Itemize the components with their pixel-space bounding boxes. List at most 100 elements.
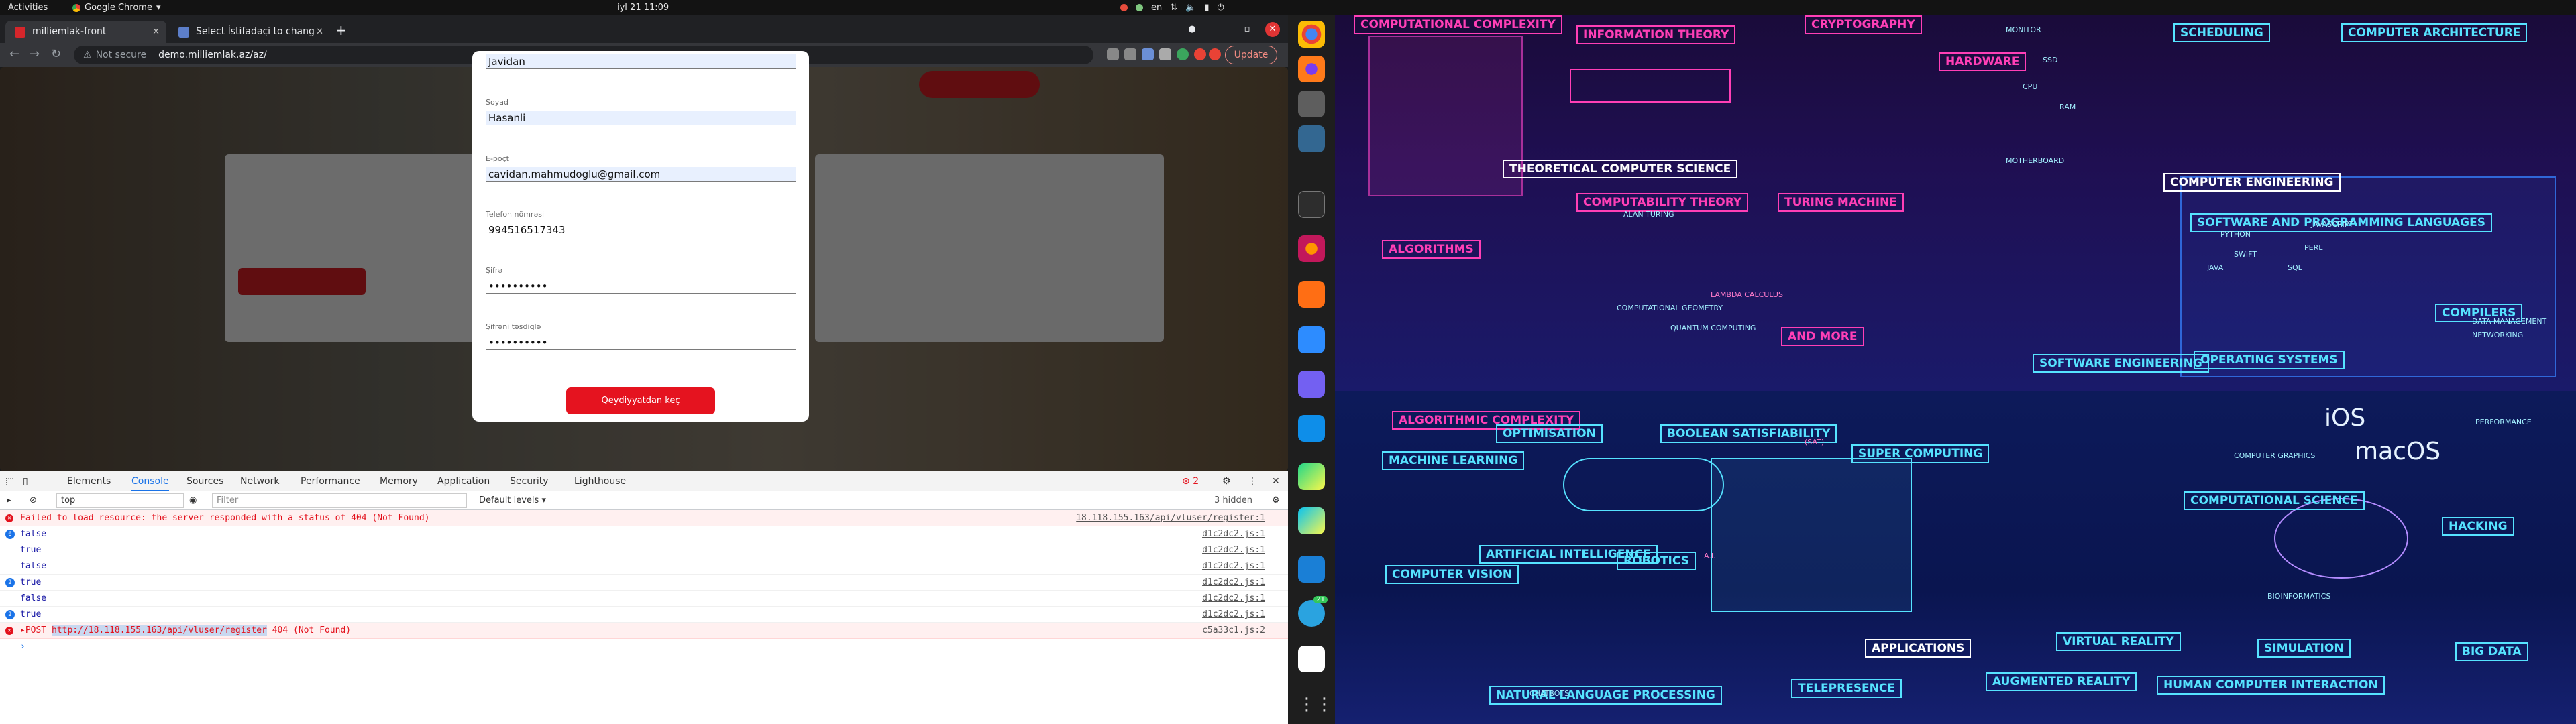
close-icon[interactable]: ✕ [152,21,160,43]
first-name-input[interactable]: Javidan [486,54,796,69]
password-field[interactable]: Şifrə •••••••••• [486,266,796,294]
terminal-icon[interactable] [1298,191,1325,218]
log-source-link[interactable]: d1c2dc2.js:1 [1202,607,1265,623]
more-icon[interactable]: ⋮ [1248,471,1257,491]
tab-search-icon[interactable]: ● [1185,22,1199,37]
minimize-icon[interactable]: – [1213,22,1228,37]
key-icon[interactable] [1107,48,1119,60]
extension-icon[interactable] [1194,48,1206,60]
log-source-link[interactable]: d1c2dc2.js:1 [1202,558,1265,575]
email-field[interactable]: E-poçt cavidan.mahmudoglu@gmail.com [486,154,796,182]
files-icon[interactable] [1298,90,1325,117]
clock[interactable]: iyl 21 11:09 [617,0,669,15]
phone-input[interactable]: 994516517343 [486,223,796,237]
sidebar-toggle-icon[interactable]: ▸ [7,491,11,510]
close-icon[interactable]: ✕ [316,21,323,43]
log-source-link[interactable]: d1c2dc2.js:1 [1202,591,1265,607]
chrome-icon[interactable] [1298,21,1325,48]
last-name-input[interactable]: Hasanli [486,111,796,125]
last-name-field[interactable]: Soyad Hasanli [486,98,796,125]
tab-console[interactable]: Console [131,471,169,491]
extension-icon[interactable] [1209,48,1221,60]
postgres-icon[interactable] [1298,125,1325,152]
log-row[interactable]: 6 false d1c2dc2.js:1 [0,526,1288,542]
gear-icon[interactable]: ⚙ [1272,491,1280,510]
sublime-icon[interactable] [1298,281,1325,308]
context-select[interactable]: top [56,493,184,508]
puzzle-icon[interactable] [1159,48,1171,60]
tab-elements[interactable]: Elements [67,471,111,491]
tab-network[interactable]: Network [240,471,279,491]
firefox-dev-icon[interactable] [1298,235,1325,262]
zoom-icon[interactable] [1298,326,1325,353]
log-url-link[interactable]: http://18.118.155.163/api/vluser/registe… [51,625,267,636]
viber-icon[interactable] [1298,371,1325,398]
close-window-icon[interactable]: ✕ [1265,22,1280,37]
webstorm-icon[interactable] [1298,507,1325,534]
log-row[interactable]: false d1c2dc2.js:1 [0,558,1288,575]
teamviewer-icon[interactable] [1298,415,1325,442]
language-indicator[interactable]: en [1151,0,1162,15]
console-toolbar: ▸ ⊘ top ◉ Filter Default levels ▾ 3 hidd… [0,491,1288,510]
tab-select-user[interactable]: Select İstifadəçi to chang ✕ [169,21,330,43]
log-row[interactable]: false d1c2dc2.js:1 [0,591,1288,607]
log-row[interactable]: true d1c2dc2.js:1 [0,542,1288,558]
back-icon[interactable]: ← [9,47,19,61]
register-button[interactable]: Qeydiyyatdan keç [566,387,715,414]
log-row[interactable]: ✕ Failed to load resource: the server res… [0,510,1288,526]
update-button[interactable]: Update [1225,46,1277,64]
email-input[interactable]: cavidan.mahmudoglu@gmail.com [486,167,796,182]
device-toolbar-icon[interactable]: ▯ [23,471,28,491]
maximize-icon[interactable]: ▫ [1240,22,1254,37]
log-row[interactable]: ✕ ▸POST http://18.118.155.163/api/vluser/… [0,623,1288,639]
app-grid-icon[interactable]: ⋮⋮ [1298,691,1333,718]
log-row[interactable]: 2 true d1c2dc2.js:1 [0,607,1288,623]
levels-dropdown[interactable]: Default levels ▾ [479,491,546,510]
vscode-icon[interactable] [1298,556,1325,583]
log-source-link[interactable]: d1c2dc2.js:1 [1202,575,1265,591]
optimisation-graph [1563,458,1724,511]
log-row[interactable]: 2 true d1c2dc2.js:1 [0,575,1288,591]
close-icon[interactable]: ✕ [1272,471,1280,491]
tab-memory[interactable]: Memory [380,471,418,491]
slack-icon[interactable] [1298,646,1325,672]
wallpaper-text: JAVASCRIPT [2311,220,2354,229]
log-source-link[interactable]: 18.118.155.163/api/vluser/register:1 [1076,510,1265,526]
first-name-field[interactable]: Javidan [486,54,796,69]
tab-lighthouse[interactable]: Lighthouse [574,471,626,491]
forward-icon[interactable]: → [30,47,40,61]
tab-security[interactable]: Security [510,471,549,491]
inspect-icon[interactable]: ⬚ [5,471,14,491]
phone-field[interactable]: Telefon nömrəsi 994516517343 [486,210,796,237]
confirm-password-field[interactable]: Şifrəni təsdiqlə •••••••••• [486,322,796,350]
password-input[interactable]: •••••••••• [486,279,796,294]
profile-avatar[interactable] [1177,48,1189,60]
error-count-badge[interactable]: ⊗ 2 [1182,471,1199,491]
telegram-icon[interactable]: 21 [1298,596,1328,627]
tab-performance[interactable]: Performance [301,471,360,491]
log-source-link[interactable]: c5a33c1.js:2 [1202,623,1265,639]
filter-input[interactable]: Filter [212,493,467,508]
new-tab-button[interactable]: + [335,22,347,38]
log-source-link[interactable]: d1c2dc2.js:1 [1202,526,1265,542]
tab-milliemlak[interactable]: milliemlak-front ✕ [5,21,166,43]
share-icon[interactable] [1124,48,1136,60]
activities-button[interactable]: Activities [8,0,48,15]
reload-icon[interactable]: ↻ [51,47,61,61]
firefox-icon[interactable] [1298,56,1325,82]
extension-icon[interactable] [1142,48,1154,60]
gear-icon[interactable]: ⚙ [1222,471,1231,491]
confirm-password-input[interactable]: •••••••••• [486,335,796,350]
clear-console-icon[interactable]: ⊘ [30,491,37,510]
log-message: false [20,561,47,571]
eye-icon[interactable]: ◉ [189,491,197,510]
pycharm-icon[interactable] [1298,463,1325,490]
dock: 21 ⋮⋮ [1288,15,1335,724]
console-prompt[interactable]: › [0,639,1288,655]
tab-application[interactable]: Application [437,471,490,491]
wallpaper-label: CRYPTOGRAPHY [1805,15,1922,34]
app-menu[interactable]: Google Chrome ▾ [72,0,161,15]
log-source-link[interactable]: d1c2dc2.js:1 [1202,542,1265,558]
system-tray[interactable]: en ⇅ 🔈 ▮ ⏻ [1120,0,1224,15]
tab-sources[interactable]: Sources [186,471,223,491]
